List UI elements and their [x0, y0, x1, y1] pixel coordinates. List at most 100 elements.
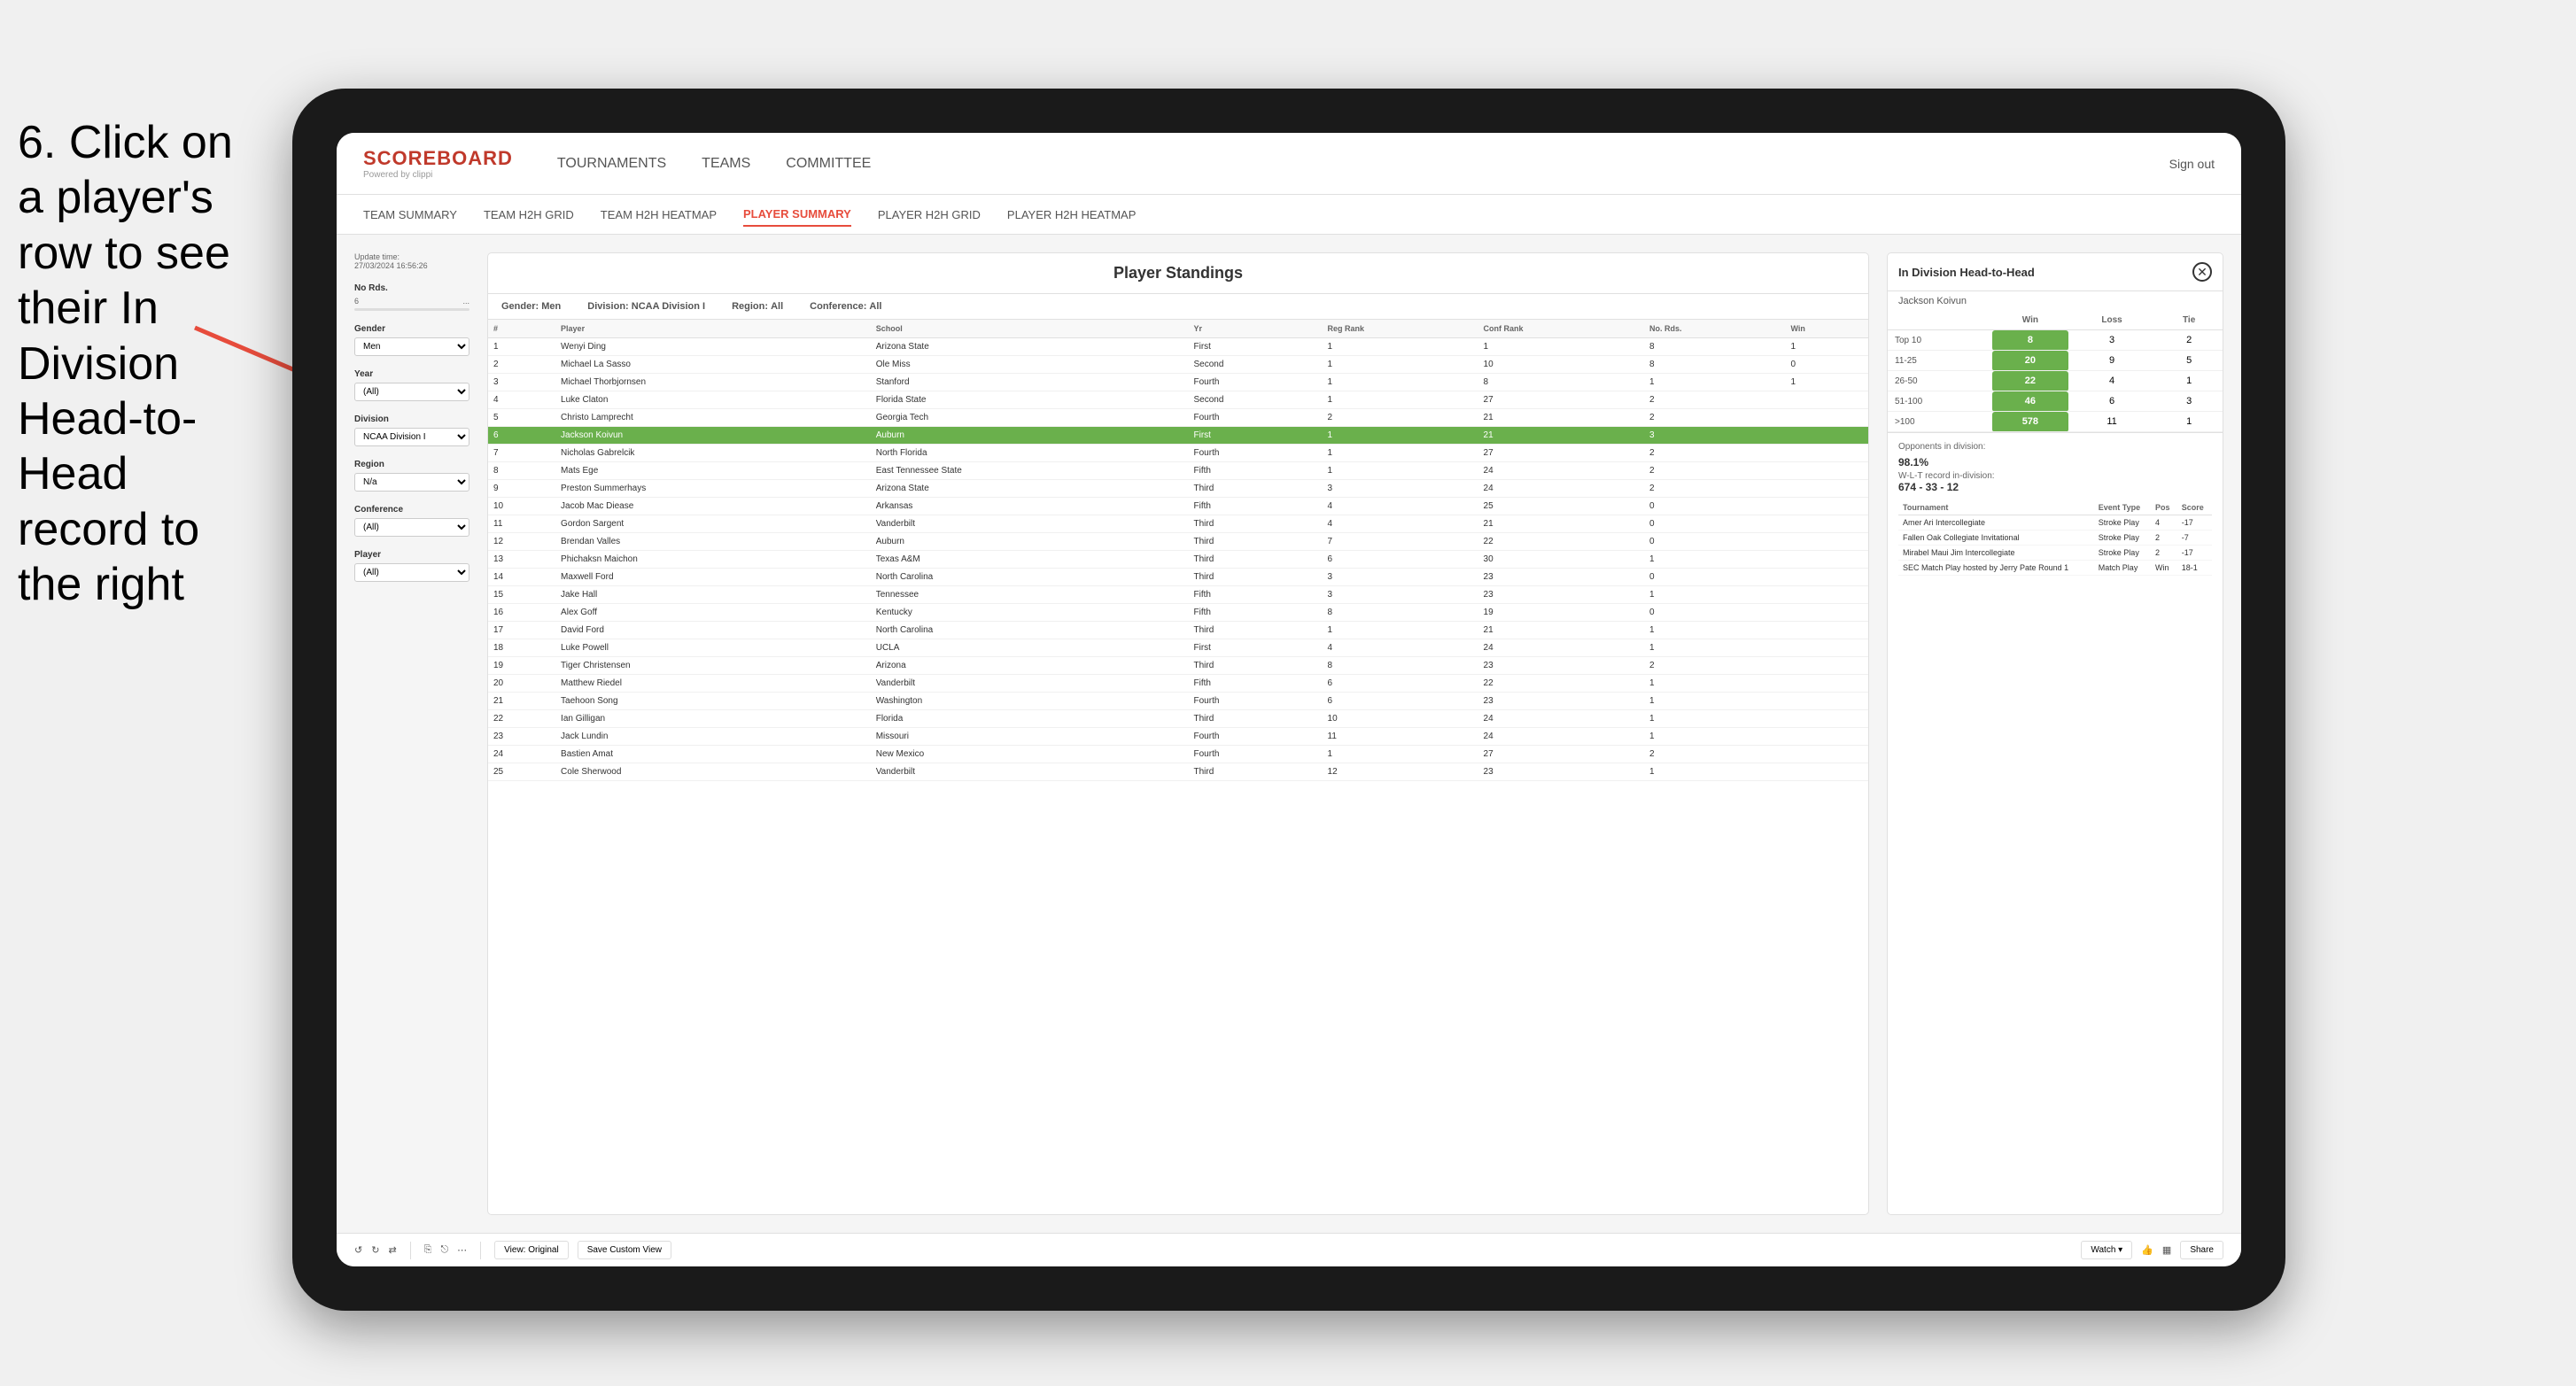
table-row[interactable]: 6 Jackson Koivun Auburn First 1 21 3 — [488, 427, 1868, 445]
table-row[interactable]: 5 Christo Lamprecht Georgia Tech Fourth … — [488, 409, 1868, 427]
table-row[interactable]: 23 Jack Lundin Missouri Fourth 11 24 1 — [488, 728, 1868, 746]
cell-rds: 1 — [1644, 675, 1786, 693]
table-row[interactable]: 8 Mats Ege East Tennessee State Fifth 1 … — [488, 462, 1868, 480]
cell-yr: Fourth — [1189, 746, 1323, 763]
cell-num: 14 — [488, 569, 555, 586]
nav-committee[interactable]: COMMITTEE — [786, 151, 871, 176]
cell-player: Bastien Amat — [555, 746, 871, 763]
cell-school: North Florida — [871, 445, 1189, 462]
share-button[interactable]: Share — [2180, 1241, 2223, 1259]
table-row[interactable]: 1 Wenyi Ding Arizona State First 1 1 8 1 — [488, 338, 1868, 356]
table-row[interactable]: 16 Alex Goff Kentucky Fifth 8 19 0 — [488, 604, 1868, 622]
h2h-bottom: Opponents in division: 98.1% W-L-T recor… — [1888, 432, 2223, 585]
table-row[interactable]: 7 Nicholas Gabrelcik North Florida Fourt… — [488, 445, 1868, 462]
table-row[interactable]: 21 Taehoon Song Washington Fourth 6 23 1 — [488, 693, 1868, 710]
table-row[interactable]: 13 Phichaksn Maichon Texas A&M Third 6 3… — [488, 551, 1868, 569]
h2h-close-button[interactable]: ✕ — [2192, 262, 2212, 282]
table-row[interactable]: 15 Jake Hall Tennessee Fifth 3 23 1 — [488, 586, 1868, 604]
cell-reg: 1 — [1323, 445, 1478, 462]
cell-conf: 24 — [1478, 480, 1644, 498]
view-original-button[interactable]: View: Original — [494, 1241, 569, 1259]
cell-player: David Ford — [555, 622, 871, 639]
range-slider[interactable] — [354, 308, 469, 311]
cell-reg: 6 — [1323, 551, 1478, 569]
cell-player: Mats Ege — [555, 462, 871, 480]
refresh-icon[interactable]: ⇄ — [388, 1244, 396, 1256]
cell-player: Jackson Koivun — [555, 427, 871, 445]
cell-school: Vanderbilt — [871, 515, 1189, 533]
cell-reg: 1 — [1323, 391, 1478, 409]
tab-team-h2h-grid[interactable]: TEAM H2H GRID — [484, 204, 574, 226]
paste-icon[interactable]: ⎋ — [440, 1244, 448, 1256]
cell-conf: 19 — [1478, 604, 1644, 622]
nav-tournaments[interactable]: TOURNAMENTS — [557, 151, 666, 176]
cell-num: 17 — [488, 622, 555, 639]
h2h-loss-value: 9 — [2068, 351, 2155, 371]
table-row[interactable]: 11 Gordon Sargent Vanderbilt Third 4 21 … — [488, 515, 1868, 533]
cell-reg: 1 — [1323, 462, 1478, 480]
table-row[interactable]: 14 Maxwell Ford North Carolina Third 3 2… — [488, 569, 1868, 586]
tab-team-summary[interactable]: TEAM SUMMARY — [363, 204, 457, 226]
col-num: # — [488, 320, 555, 338]
cell-conf: 23 — [1478, 657, 1644, 675]
t-col-score: Score — [2177, 500, 2212, 515]
thumbup-icon[interactable]: 👍 — [2141, 1244, 2153, 1256]
table-row[interactable]: 2 Michael La Sasso Ole Miss Second 1 10 … — [488, 356, 1868, 374]
range-max: ... — [462, 297, 469, 306]
cell-player: Gordon Sargent — [555, 515, 871, 533]
table-row[interactable]: 20 Matthew Riedel Vanderbilt Fifth 6 22 … — [488, 675, 1868, 693]
cell-reg: 6 — [1323, 675, 1478, 693]
table-row[interactable]: 9 Preston Summerhays Arizona State Third… — [488, 480, 1868, 498]
tab-player-h2h-heatmap[interactable]: PLAYER H2H HEATMAP — [1007, 204, 1136, 226]
table-row[interactable]: 25 Cole Sherwood Vanderbilt Third 12 23 … — [488, 763, 1868, 781]
table-row[interactable]: 10 Jacob Mac Diease Arkansas Fifth 4 25 … — [488, 498, 1868, 515]
main-content: Update time: 27/03/2024 16:56:26 No Rds.… — [337, 235, 2241, 1233]
sign-out-button[interactable]: Sign out — [2169, 157, 2215, 171]
tab-player-h2h-grid[interactable]: PLAYER H2H GRID — [878, 204, 981, 226]
cell-school: North Carolina — [871, 622, 1189, 639]
cell-yr: Third — [1189, 533, 1323, 551]
nav-teams[interactable]: TEAMS — [702, 151, 750, 176]
table-row[interactable]: 24 Bastien Amat New Mexico Fourth 1 27 2 — [488, 746, 1868, 763]
redo-icon[interactable]: ↻ — [371, 1244, 379, 1256]
cell-num: 3 — [488, 374, 555, 391]
cell-conf: 25 — [1478, 498, 1644, 515]
table-row[interactable]: 3 Michael Thorbjornsen Stanford Fourth 1… — [488, 374, 1868, 391]
player-select[interactable]: (All) — [354, 563, 469, 582]
watch-button[interactable]: Watch ▾ — [2081, 1241, 2132, 1259]
gender-filter: Gender Men — [354, 324, 469, 356]
h2h-row: Top 10 8 3 2 — [1888, 330, 2223, 351]
cell-player: Luke Claton — [555, 391, 871, 409]
cell-school: Florida State — [871, 391, 1189, 409]
table-row[interactable]: 19 Tiger Christensen Arizona Third 8 23 … — [488, 657, 1868, 675]
cell-conf: 30 — [1478, 551, 1644, 569]
save-custom-view-button[interactable]: Save Custom View — [578, 1241, 671, 1259]
t-name: Amer Ari Intercollegiate — [1898, 515, 2094, 530]
table-row[interactable]: 22 Ian Gilligan Florida Third 10 24 1 — [488, 710, 1868, 728]
cell-player: Jake Hall — [555, 586, 871, 604]
table-row[interactable]: 18 Luke Powell UCLA First 4 24 1 — [488, 639, 1868, 657]
cell-reg: 12 — [1323, 763, 1478, 781]
cell-num: 8 — [488, 462, 555, 480]
copy-icon[interactable]: ⎘ — [424, 1244, 432, 1256]
division-select[interactable]: NCAA Division I — [354, 428, 469, 446]
table-row[interactable]: 17 David Ford North Carolina Third 1 21 … — [488, 622, 1868, 639]
gender-select[interactable]: Men — [354, 337, 469, 356]
t-pos: 4 — [2151, 515, 2177, 530]
conference-select[interactable]: (All) — [354, 518, 469, 537]
region-select[interactable]: N/a — [354, 473, 469, 492]
tab-player-summary[interactable]: PLAYER SUMMARY — [743, 203, 851, 227]
table-row[interactable]: 12 Brendan Valles Auburn Third 7 22 0 — [488, 533, 1868, 551]
more-icon[interactable]: ⋯ — [457, 1244, 467, 1256]
year-select[interactable]: (All) — [354, 383, 469, 401]
tab-team-h2h-heatmap[interactable]: TEAM H2H HEATMAP — [601, 204, 717, 226]
undo-icon[interactable]: ↺ — [354, 1244, 362, 1256]
cell-school: Arizona State — [871, 480, 1189, 498]
grid-icon[interactable]: ▦ — [2162, 1244, 2171, 1256]
no-rds-range: 6 ... — [354, 297, 469, 311]
cell-reg: 1 — [1323, 338, 1478, 356]
table-row[interactable]: 4 Luke Claton Florida State Second 1 27 … — [488, 391, 1868, 409]
cell-num: 6 — [488, 427, 555, 445]
sidebar-filters: Update time: 27/03/2024 16:56:26 No Rds.… — [354, 252, 469, 1215]
cell-conf: 10 — [1478, 356, 1644, 374]
